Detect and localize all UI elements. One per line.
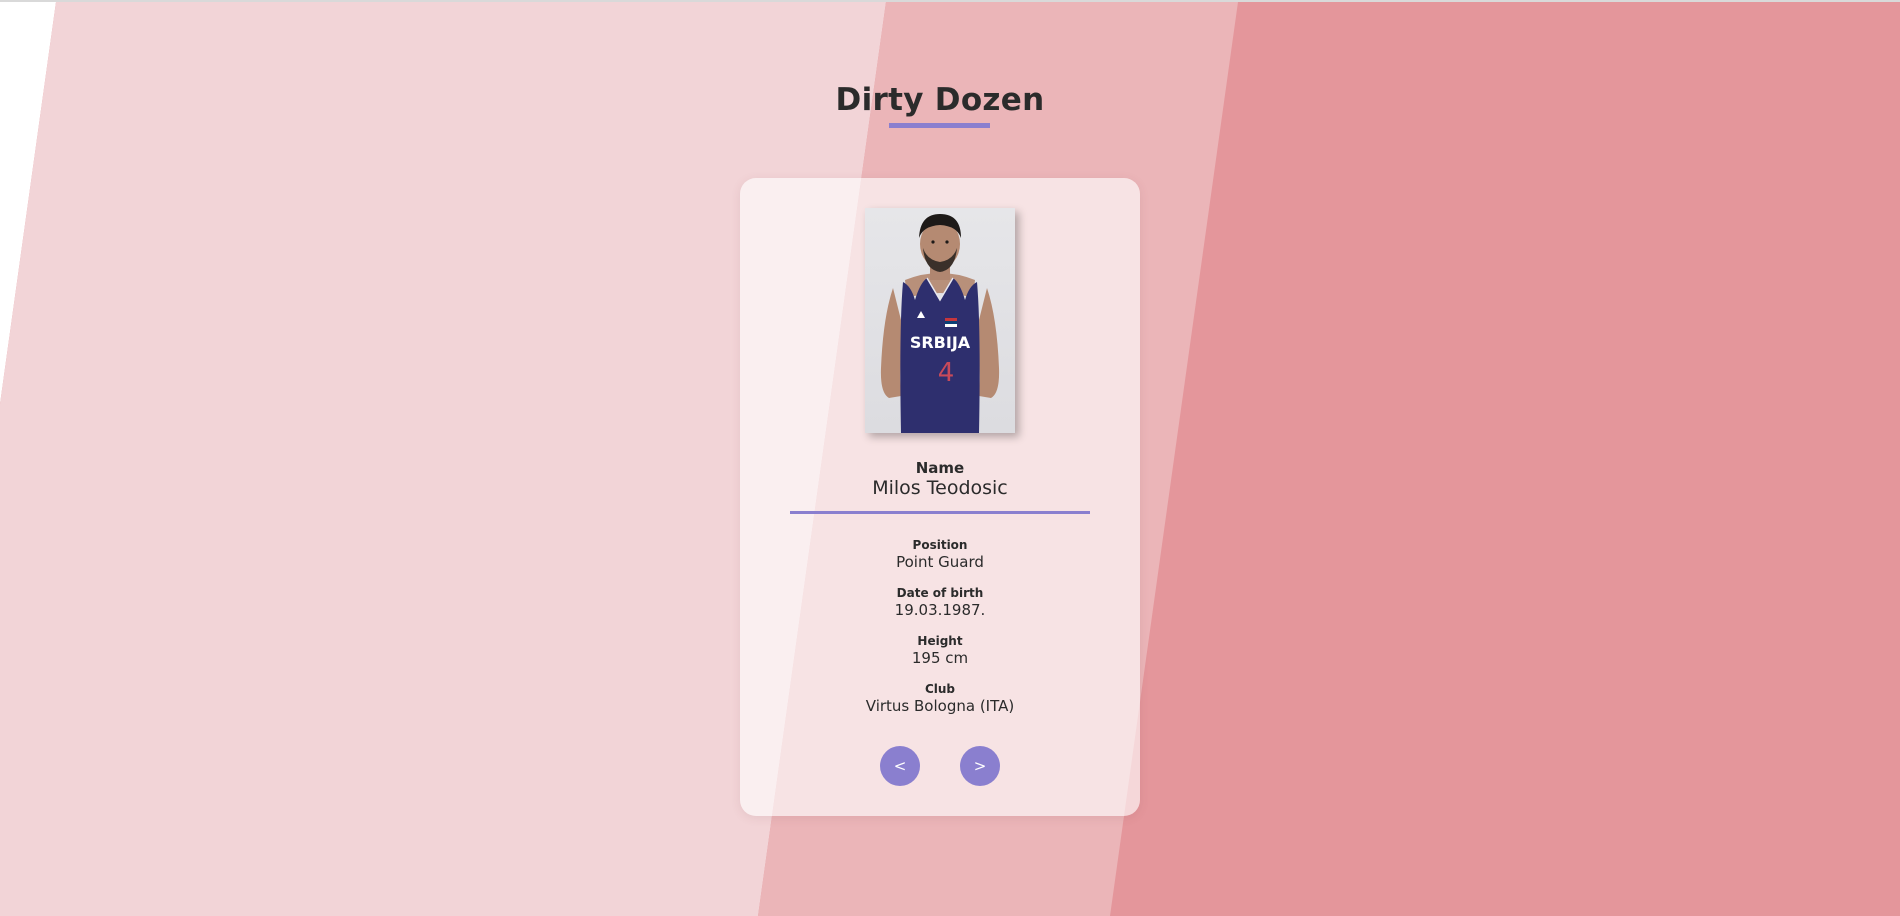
name-label: Name — [915, 459, 965, 477]
top-border — [0, 0, 1900, 2]
date-of-birth-value: 19.03.1987. — [894, 601, 986, 619]
player-photo: SRBIJA 4 — [865, 208, 1015, 433]
title-underline — [889, 123, 990, 128]
jersey-number: 4 — [938, 358, 955, 388]
height-label: Height — [917, 634, 963, 648]
position-label: Position — [912, 538, 968, 552]
previous-player-button[interactable]: < — [880, 746, 920, 786]
height-value: 195 cm — [911, 649, 969, 667]
player-photo-image: SRBIJA 4 — [880, 214, 1000, 433]
club-label: Club — [924, 682, 956, 696]
position-value: Point Guard — [896, 553, 984, 571]
next-player-button[interactable]: > — [960, 746, 1000, 786]
name-divider — [790, 511, 1090, 514]
jersey-text: SRBIJA — [910, 333, 971, 352]
date-of-birth-label: Date of birth — [896, 586, 984, 600]
header: Dirty Dozen — [0, 82, 1880, 118]
page-title: Dirty Dozen — [835, 82, 1045, 118]
page: Dirty Dozen SRBIJA 4 Name Milos Teodosic… — [0, 0, 1900, 916]
club-value: Virtus Bologna (ITA) — [865, 697, 1015, 715]
player-name: Milos Teodosic — [872, 477, 1008, 499]
player-card: SRBIJA 4 Name Milos Teodosic Position Po… — [740, 178, 1140, 816]
